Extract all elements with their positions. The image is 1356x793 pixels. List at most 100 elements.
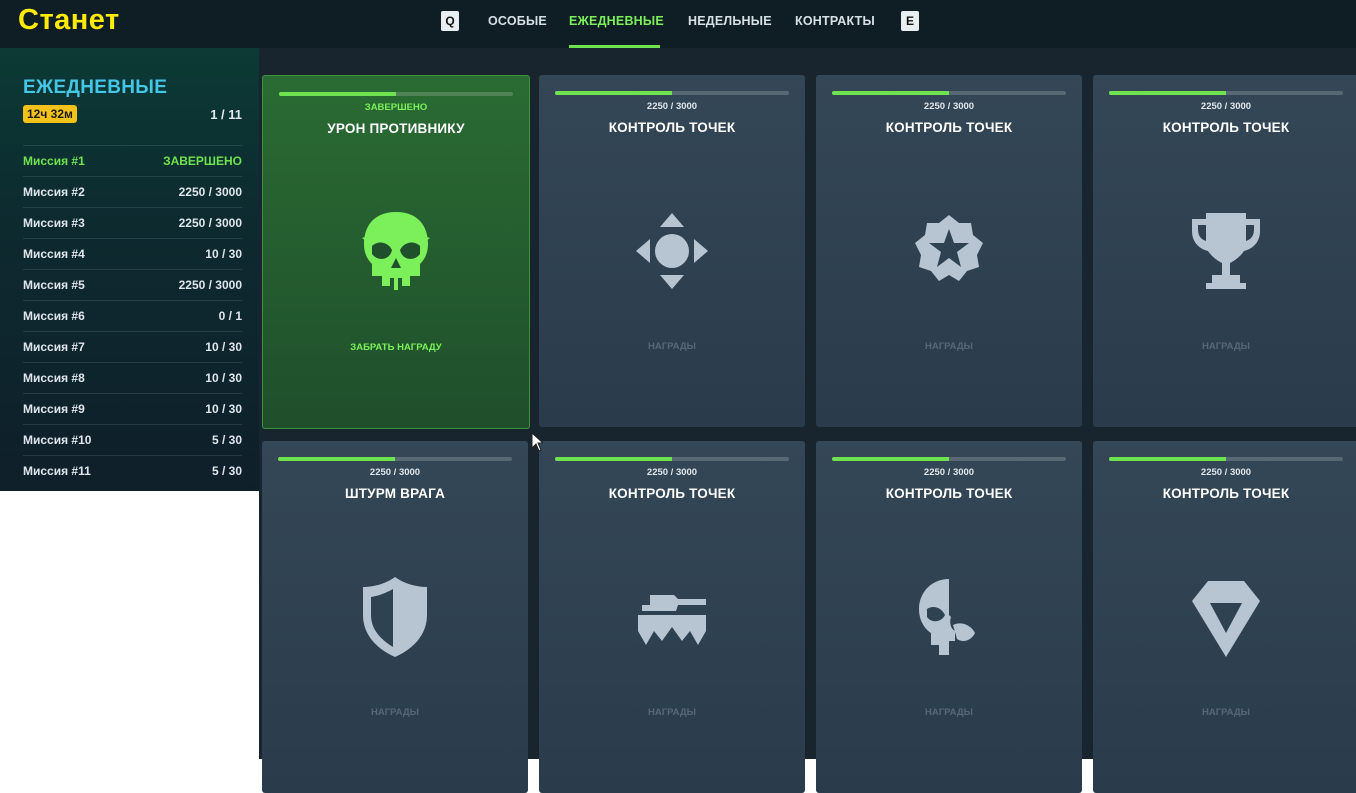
- mission-name: Миссия #1: [23, 154, 85, 168]
- mission-progress: 0 / 1: [218, 309, 242, 323]
- mission-row[interactable]: Миссия #8 10 / 30: [23, 362, 242, 393]
- sidebar-title: ЕЖЕДНЕВНЫЕ: [23, 77, 168, 98]
- mission-card[interactable]: 2250 / 3000 КОНТРОЛЬ ТОЧЕК НАГРАДЫ: [1093, 75, 1356, 427]
- claim-reward-button[interactable]: ЗАБРАТЬ НАГРАДУ: [263, 342, 529, 353]
- mission-progress: 5 / 30: [211, 433, 242, 447]
- mouse-cursor-icon: [531, 432, 543, 452]
- card-title: КОНТРОЛЬ ТОЧЕК: [1162, 486, 1290, 501]
- mission-progress: 10 / 30: [205, 247, 242, 261]
- progress-bar: [278, 457, 512, 461]
- mission-card[interactable]: 2250 / 3000 КОНТРОЛЬ ТОЧЕК НАГРАДЫ: [816, 441, 1082, 793]
- progress-fill: [1109, 91, 1226, 95]
- mission-name: Миссия #5: [23, 278, 85, 292]
- missions-completed-count: 1 / 11: [210, 107, 242, 122]
- mission-card[interactable]: 2250 / 3000 КОНТРОЛЬ ТОЧЕК НАГРАДЫ: [1093, 441, 1356, 793]
- mission-row[interactable]: Миссия #2 2250 / 3000: [23, 176, 242, 207]
- progress-fill: [279, 92, 396, 96]
- mission-progress: 10 / 30: [205, 402, 242, 416]
- card-title: КОНТРОЛЬ ТОЧЕК: [885, 120, 1013, 135]
- progress-text: 2250 / 3000: [923, 101, 975, 112]
- mission-list: Миссия #1 ЗАВЕРШЕНО Миссия #2 2250 / 3000 …: [23, 145, 242, 486]
- mission-row[interactable]: Миссия #3 2250 / 3000: [23, 207, 242, 238]
- mission-card[interactable]: 2250 / 3000 КОНТРОЛЬ ТОЧЕК НАГРАДЫ: [816, 75, 1082, 427]
- progress-text: 2250 / 3000: [923, 467, 975, 478]
- mission-card[interactable]: 2250 / 3000 КОНТРОЛЬ ТОЧЕК НАГРАДЫ: [539, 75, 805, 427]
- mission-card[interactable]: 2250 / 3000 КОНТРОЛЬ ТОЧЕК НАГРАДЫ: [539, 441, 805, 793]
- progress-fill: [832, 91, 949, 95]
- mission-name: Миссия #2: [23, 185, 85, 199]
- skull-icon: [362, 212, 430, 290]
- progress-text: 2250 / 3000: [646, 467, 698, 478]
- mission-row[interactable]: Миссия #1 ЗАВЕРШЕНО: [23, 145, 242, 176]
- mission-name: Миссия #11: [23, 464, 91, 478]
- progress-fill: [832, 457, 949, 461]
- card-title: КОНТРОЛЬ ТОЧЕК: [1162, 120, 1290, 135]
- dpad-icon: [636, 213, 708, 289]
- progress-text: 2250 / 3000: [1200, 101, 1252, 112]
- progress-bar: [832, 91, 1066, 95]
- mission-progress: 10 / 30: [205, 340, 242, 354]
- key-hint-e[interactable]: E: [901, 11, 919, 31]
- progress-fill: [555, 91, 672, 95]
- mission-row[interactable]: Миссия #7 10 / 30: [23, 331, 242, 362]
- key-hint-q[interactable]: Q: [441, 11, 459, 31]
- card-title: КОНТРОЛЬ ТОЧЕК: [885, 486, 1013, 501]
- tank-icon: [638, 595, 706, 645]
- mission-progress: 2250 / 3000: [178, 185, 242, 199]
- progress-fill: [278, 457, 395, 461]
- rewards-label: НАГРАДЫ: [648, 341, 696, 352]
- missions-sidebar: ЕЖЕДНЕВНЫЕ 12ч 32м 1 / 11 Миссия #1 ЗАВЕР…: [0, 48, 259, 491]
- trophy-icon: [1192, 213, 1260, 289]
- mission-row[interactable]: Миссия #4 10 / 30: [23, 238, 242, 269]
- tab-special[interactable]: ОСОБЫЕ: [488, 14, 547, 28]
- progress-text: 2250 / 3000: [369, 467, 421, 478]
- diamond-icon: [1192, 581, 1260, 657]
- shield-icon: [363, 577, 427, 657]
- rewards-label: НАГРАДЫ: [925, 707, 973, 718]
- mission-name: Миссия #9: [23, 402, 85, 416]
- mission-card[interactable]: 2250 / 3000 ШТУРМ ВРАГА НАГРАДЫ: [262, 441, 528, 793]
- tab-daily[interactable]: ЕЖЕДНЕВНЫЕ: [569, 14, 664, 28]
- progress-bar: [279, 92, 513, 96]
- tab-contracts[interactable]: КОНТРАКТЫ: [795, 14, 875, 28]
- mission-row[interactable]: Миссия #6 0 / 1: [23, 300, 242, 331]
- progress-text: ЗАВЕРШЕНО: [364, 102, 428, 113]
- mission-progress: 10 / 30: [205, 371, 242, 385]
- mission-name: Миссия #3: [23, 216, 85, 230]
- card-title: КОНТРОЛЬ ТОЧЕК: [608, 120, 736, 135]
- mission-progress: 5 / 30: [211, 464, 242, 478]
- mission-progress: 2250 / 3000: [178, 278, 242, 292]
- mission-name: Миссия #7: [23, 340, 85, 354]
- mission-progress: 2250 / 3000: [178, 216, 242, 230]
- overlay-caption: Станет: [18, 4, 120, 36]
- mission-name: Миссия #4: [23, 247, 85, 261]
- tab-weekly[interactable]: НЕДЕЛЬНЫЕ: [688, 14, 772, 28]
- rewards-label: НАГРАДЫ: [371, 707, 419, 718]
- mission-row[interactable]: Миссия #5 2250 / 3000: [23, 269, 242, 300]
- star-badge-icon: [915, 215, 983, 281]
- missions-board: ЗАВЕРШЕНО УРОН ПРОТИВНИКУ ЗАБРАТЬ НАГРАД…: [259, 48, 1356, 793]
- progress-bar: [832, 457, 1066, 461]
- mission-card[interactable]: ЗАВЕРШЕНО УРОН ПРОТИВНИКУ ЗАБРАТЬ НАГРАД…: [262, 75, 530, 429]
- progress-bar: [555, 457, 789, 461]
- progress-text: 2250 / 3000: [646, 101, 698, 112]
- rewards-label: НАГРАДЫ: [925, 341, 973, 352]
- progress-text: 2250 / 3000: [1200, 467, 1252, 478]
- card-title: ШТУРМ ВРАГА: [344, 486, 446, 501]
- rewards-label: НАГРАДЫ: [1202, 341, 1250, 352]
- progress-fill: [1109, 457, 1226, 461]
- mission-progress: ЗАВЕРШЕНО: [163, 154, 242, 168]
- half-skull-icon: [919, 579, 975, 655]
- progress-bar: [1109, 91, 1343, 95]
- mission-row[interactable]: Миссия #9 10 / 30: [23, 393, 242, 424]
- card-title: УРОН ПРОТИВНИКУ: [327, 121, 465, 136]
- top-navigation-bar: Q ОСОБЫЕ ЕЖЕДНЕВНЫЕ НЕДЕЛЬНЫЕ КОНТРАКТЫ …: [0, 0, 1356, 49]
- mission-row[interactable]: Миссия #11 5 / 30: [23, 455, 242, 486]
- reset-timer-badge: 12ч 32м: [23, 105, 77, 123]
- mission-name: Миссия #6: [23, 309, 85, 323]
- rewards-label: НАГРАДЫ: [1202, 707, 1250, 718]
- mission-name: Миссия #8: [23, 371, 85, 385]
- card-title: КОНТРОЛЬ ТОЧЕК: [608, 486, 736, 501]
- rewards-label: НАГРАДЫ: [648, 707, 696, 718]
- mission-row[interactable]: Миссия #10 5 / 30: [23, 424, 242, 455]
